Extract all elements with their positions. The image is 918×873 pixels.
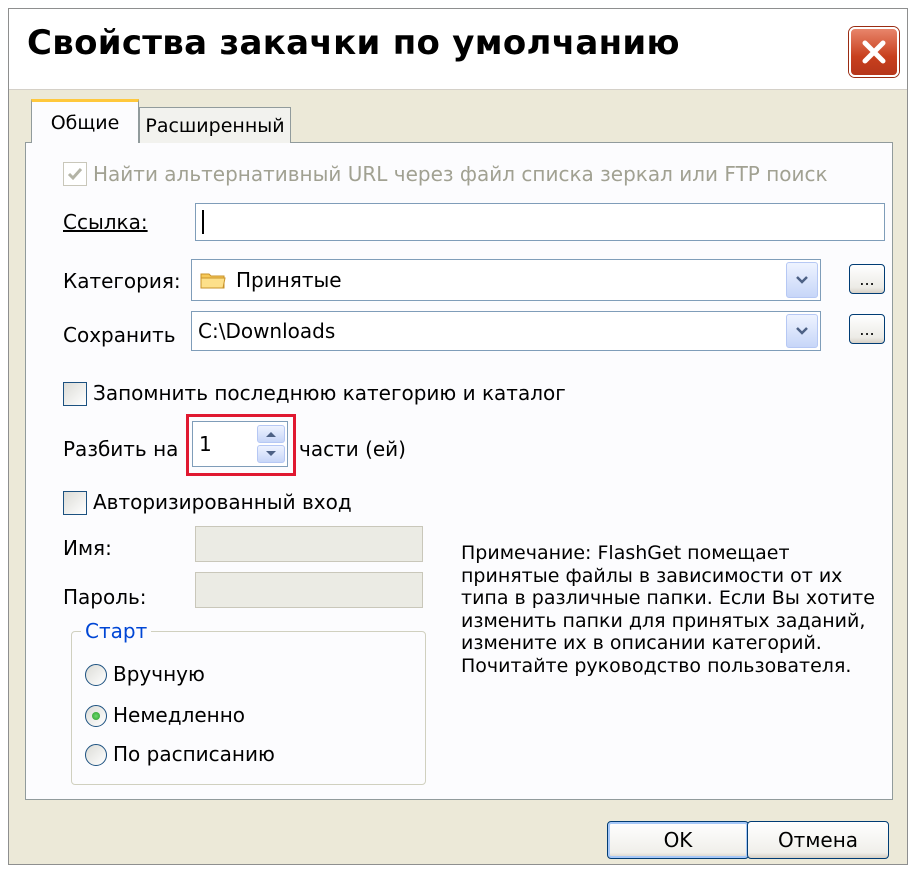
- category-browse-button[interactable]: ...: [849, 264, 885, 294]
- username-label: Имя:: [63, 536, 112, 560]
- start-group-title: Старт: [81, 619, 152, 643]
- start-scheduled-radio[interactable]: [85, 744, 107, 766]
- dialog-title: Свойства закачки по умолчанию: [27, 23, 680, 63]
- save-path-value: C:\Downloads: [198, 319, 336, 343]
- download-properties-dialog: Свойства закачки по умолчанию Общие Расш…: [8, 8, 908, 865]
- title-bar: Свойства закачки по умолчанию: [9, 9, 907, 90]
- split-suffix-label: части (ей): [299, 437, 406, 461]
- chevron-down-icon: [796, 327, 808, 335]
- category-select[interactable]: Принятые: [191, 259, 821, 301]
- link-label-text: Ссылка:: [63, 210, 148, 234]
- link-input[interactable]: [195, 203, 885, 241]
- category-label: Категория:: [63, 269, 181, 293]
- ok-button[interactable]: OK: [607, 821, 749, 859]
- start-immediately-label: Немедленно: [113, 703, 246, 727]
- radio-selected-dot: [92, 712, 100, 720]
- checkmark-icon: [67, 168, 83, 181]
- auth-checkbox[interactable]: [63, 491, 87, 515]
- tab-general-label: Общие: [50, 111, 120, 134]
- start-scheduled-label: По расписанию: [113, 742, 275, 766]
- category-value: Принятые: [236, 268, 342, 292]
- username-input[interactable]: [195, 526, 423, 562]
- category-dropdown-button[interactable]: [786, 262, 818, 298]
- cancel-button[interactable]: Отмена: [747, 821, 889, 859]
- link-label: Ссылка:: [63, 210, 148, 234]
- start-manual-label: Вручную: [113, 662, 205, 686]
- close-icon: [862, 40, 886, 64]
- start-manual-radio[interactable]: [85, 664, 107, 686]
- chevron-down-icon: [796, 276, 808, 284]
- tab-advanced-label: Расширенный: [145, 114, 285, 137]
- password-input[interactable]: [195, 572, 423, 608]
- alt-url-label: Найти альтернативный URL через файл спис…: [93, 162, 828, 186]
- remember-checkbox[interactable]: [63, 382, 87, 406]
- auth-label: Авторизированный вход: [93, 490, 352, 514]
- tab-advanced[interactable]: Расширенный: [139, 107, 291, 143]
- alt-url-checkbox[interactable]: [63, 162, 87, 186]
- password-label: Пароль:: [63, 585, 147, 609]
- split-highlight-frame: [186, 414, 296, 476]
- tab-general[interactable]: Общие: [31, 99, 139, 143]
- start-immediately-radio[interactable]: [85, 705, 107, 727]
- save-path-browse-button[interactable]: ...: [849, 314, 885, 344]
- save-path-select[interactable]: C:\Downloads: [191, 311, 821, 351]
- close-button[interactable]: [849, 27, 899, 77]
- remember-label: Запомнить последнюю категорию и каталог: [93, 381, 566, 405]
- save-path-dropdown-button[interactable]: [786, 314, 818, 348]
- save-label: Сохранить: [63, 323, 176, 347]
- split-label: Разбить на: [63, 437, 179, 461]
- folder-icon: [200, 273, 226, 289]
- text-caret: [202, 210, 204, 234]
- note-text: Примечание: FlashGet помещает принятые ф…: [461, 542, 875, 677]
